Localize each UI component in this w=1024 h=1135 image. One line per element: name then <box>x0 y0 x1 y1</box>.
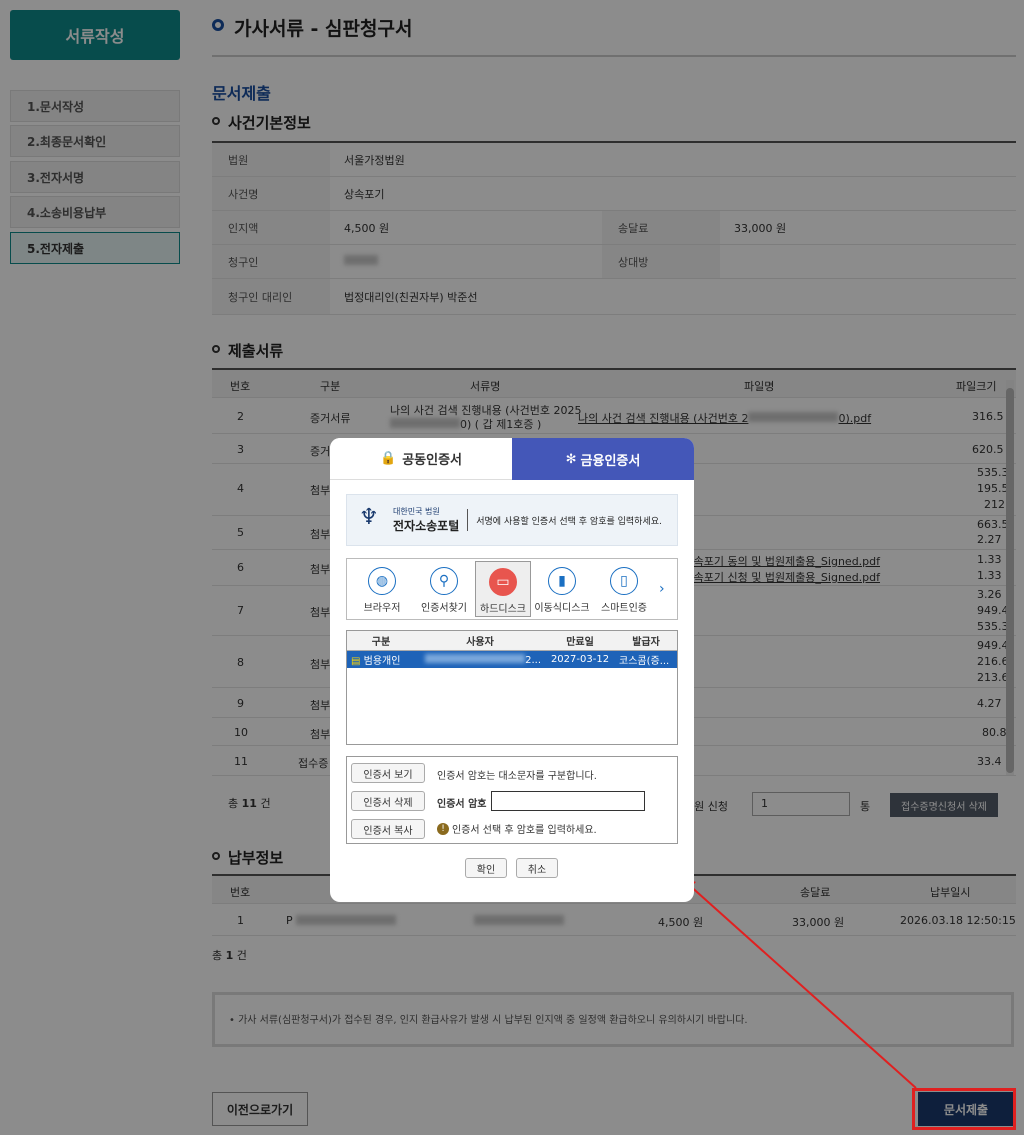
cancel-button[interactable]: 취소 <box>516 858 558 878</box>
portal-banner: ♆ 대한민국 법원 전자소송포털 서명에 사용할 인증서 선택 후 암호를 입력… <box>346 494 678 546</box>
copy-cert-button[interactable]: 인증서 복사 <box>351 819 425 839</box>
cert-list-header: 구분 사용자 만료일 발급자 <box>347 631 677 651</box>
globe-icon: ◍ <box>368 567 396 595</box>
ok-button[interactable]: 확인 <box>465 858 507 878</box>
financial-cert-icon: ✻ <box>565 451 577 467</box>
usb-icon: ▮ <box>548 567 576 595</box>
password-input[interactable] <box>491 791 645 811</box>
annotation-arrow-icon <box>680 876 917 1089</box>
certificate-icon: ▤ <box>351 656 361 667</box>
cert-type: ▤ 범용개인 <box>351 656 401 667</box>
certificate-dialog: 🔒 공동인증서 ✻ 금융인증서 ♆ 대한민국 법원 전자소송포털 서명에 사용할 인… <box>330 438 694 902</box>
tab-financial-cert[interactable]: ✻ 금융인증서 <box>512 438 694 480</box>
cert-action-panel: 인증서 보기 인증서 삭제 인증서 복사 인증서 암호는 대소문자를 구분합니다… <box>346 756 678 844</box>
magnifier-icon: ⚲ <box>430 567 458 595</box>
location-smart[interactable]: ▯ 스마트인증 <box>593 561 655 617</box>
cert-issuer: 코스콤(증... <box>619 656 670 667</box>
warning-icon: ! <box>437 822 449 835</box>
court-logo-icon: ♆ <box>359 505 379 530</box>
lock-icon: 🔒 <box>380 451 397 466</box>
chevron-right-icon[interactable]: › <box>659 581 665 597</box>
case-sensitive-note: 인증서 암호는 대소문자를 구분합니다. <box>437 771 597 782</box>
tab-joint-cert[interactable]: 🔒 공동인증서 <box>330 438 512 480</box>
delete-cert-button[interactable]: 인증서 삭제 <box>351 791 425 811</box>
cert-expiry: 2027-03-12 <box>550 654 610 665</box>
portal-small-label: 대한민국 법원 <box>393 507 440 516</box>
harddisk-icon: ▭ <box>489 568 517 596</box>
portal-message: 서명에 사용할 인증서 선택 후 암호를 입력하세요. <box>476 516 662 527</box>
password-hint: ! 인증서 선택 후 암호를 입력하세요. <box>437 821 597 836</box>
location-find[interactable]: ⚲ 인증서찾기 <box>413 561 475 617</box>
location-usb[interactable]: ▮ 이동식디스크 <box>531 561 593 617</box>
location-browser[interactable]: ◍ 브라우저 <box>351 561 413 617</box>
location-harddisk[interactable]: ▭ 하드디스크 <box>475 561 531 617</box>
cert-list: 구분 사용자 만료일 발급자 ▤ 범용개인 2... 2027-03-12 코스… <box>346 630 678 745</box>
smartphone-icon: ▯ <box>610 567 638 595</box>
password-label: 인증서 암호 <box>437 799 487 810</box>
cert-user: 2... <box>415 653 545 666</box>
portal-name: 전자소송포털 <box>393 519 460 533</box>
cert-location-bar: ◍ 브라우저 ⚲ 인증서찾기 ▭ 하드디스크 ▮ 이동식디스크 ▯ 스마트인증 › <box>346 558 678 620</box>
view-cert-button[interactable]: 인증서 보기 <box>351 763 425 783</box>
cert-row-selected[interactable]: ▤ 범용개인 2... 2027-03-12 코스콤(증... <box>347 651 677 668</box>
